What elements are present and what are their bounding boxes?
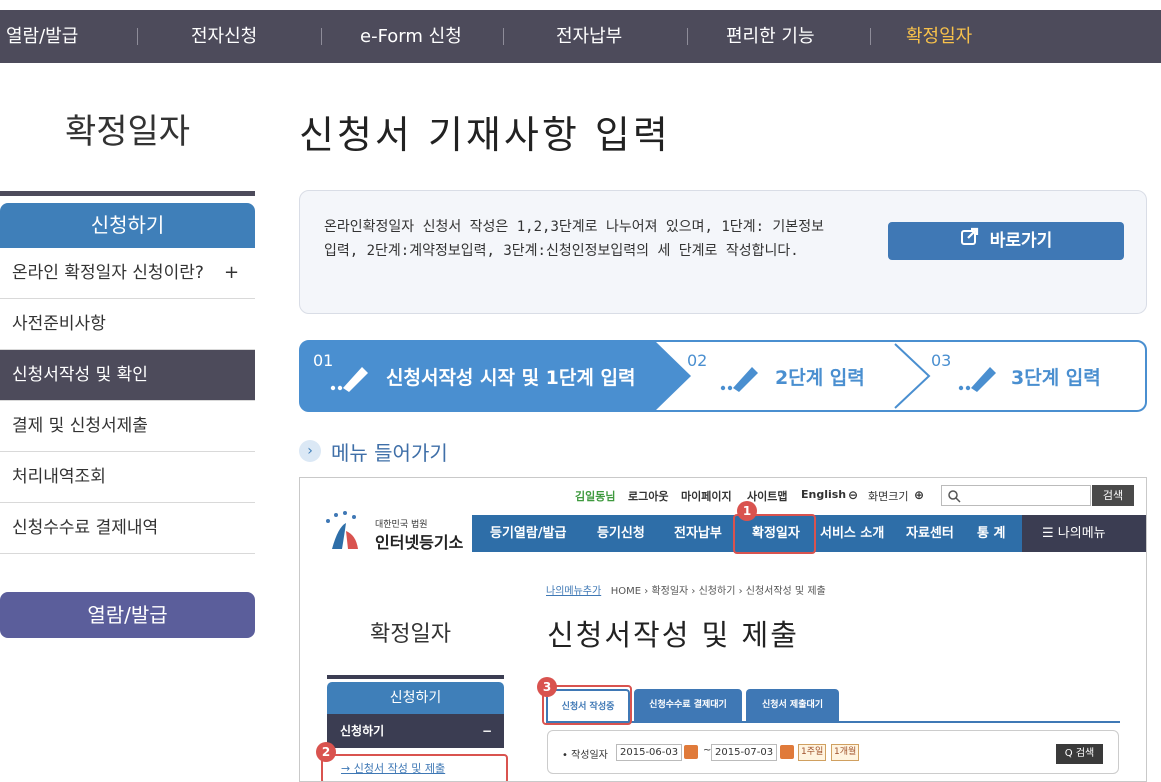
- top-navigation: 열람/발급 전자신청 e-Form 신청 전자납부 편리한 기능 확정일자: [0, 10, 1161, 63]
- zoom-out-icon[interactable]: ⊖: [848, 488, 858, 502]
- embedded-tab-submit-pending[interactable]: 신청서 제출대기: [746, 689, 839, 722]
- nav-divider: [870, 28, 871, 45]
- embedded-screenshot: 김일동님 로그아웃 마이페이지 사이트맵 English ⊖ 화면크기 ⊕ 검색…: [299, 477, 1147, 782]
- step-progress: 01 신청서작성 시작 및 1단계 입력 02 2단계 입력 03 3단계 입력: [299, 340, 1147, 412]
- add-my-menu-link[interactable]: 나의메뉴추가: [546, 586, 601, 597]
- embedded-sidebar-active-label: 신청하기: [340, 724, 385, 738]
- embedded-sidebar-active[interactable]: 신청하기 −: [327, 714, 504, 748]
- minus-icon: −: [481, 724, 492, 738]
- embedded-nav-item[interactable]: 등기신청: [597, 515, 645, 552]
- step-2-number: 02: [687, 351, 707, 370]
- logo-big-text: 인터넷등기소: [375, 533, 464, 552]
- step-2-label: 2단계 입력: [775, 367, 865, 389]
- step-1-label: 신청서작성 시작 및 1단계 입력: [386, 367, 635, 389]
- sidebar-item-label: 온라인 확정일자 신청이란?: [12, 263, 204, 283]
- sidebar-section-head[interactable]: 신청하기: [0, 203, 255, 248]
- plus-icon[interactable]: +: [224, 248, 239, 298]
- nav-item-eform[interactable]: e-Form 신청: [360, 10, 462, 63]
- court-logo[interactable]: 대한민국 법원 인터넷등기소: [318, 505, 463, 555]
- sidebar-item-what-is-online[interactable]: 온라인 확정일자 신청이란? +: [0, 248, 255, 299]
- embedded-sidebar-head[interactable]: 신청하기: [327, 682, 504, 714]
- info-box: 온라인확정일자 신청서 작성은 1,2,3단계로 나누어져 있으며, 1단계: …: [299, 190, 1147, 314]
- date-to-input[interactable]: 2015-07-03: [711, 744, 778, 761]
- util-zoom-label: 화면크기: [868, 490, 909, 503]
- calendar-icon[interactable]: [780, 745, 794, 759]
- embedded-side-title: 확정일자: [370, 622, 451, 647]
- calendar-icon[interactable]: [684, 745, 698, 759]
- nav-divider: [503, 28, 504, 45]
- embedded-page-title: 신청서작성 및 제출: [547, 618, 799, 652]
- util-sitemap[interactable]: 사이트맵: [747, 488, 787, 504]
- badge-3: 3: [537, 677, 557, 697]
- sidebar: 신청하기 온라인 확정일자 신청이란? + 사전준비사항 신청서작성 및 확인 …: [0, 191, 255, 554]
- step-3-label: 3단계 입력: [1011, 367, 1101, 389]
- period-week-button[interactable]: 1주일: [798, 744, 827, 761]
- embedded-sidebar-divider: [327, 675, 504, 679]
- embedded-my-menu[interactable]: ☰ 나의메뉴: [1022, 515, 1146, 552]
- sidebar-view-issue-button[interactable]: 열람/발급: [0, 592, 255, 638]
- share-icon: [960, 222, 980, 260]
- period-month-button[interactable]: 1개월: [831, 744, 860, 761]
- nav-item-fixed-date[interactable]: 확정일자: [906, 10, 972, 63]
- embedded-nav-item[interactable]: 등기열람/발급: [490, 515, 567, 552]
- embedded-tab-fee-pending[interactable]: 신청수수료 결제대기: [634, 689, 742, 722]
- util-user: 김일동님: [575, 490, 616, 503]
- sidebar-title: 확정일자: [64, 112, 191, 152]
- date-from-input[interactable]: 2015-06-03: [616, 744, 683, 761]
- embedded-nav-item[interactable]: 전자납부: [674, 515, 722, 552]
- util-logout[interactable]: 로그아웃: [628, 488, 668, 504]
- date-label: • 작성일자: [562, 750, 608, 761]
- util-mypage[interactable]: 마이페이지: [681, 488, 732, 504]
- sidebar-item-write-confirm[interactable]: 신청서작성 및 확인: [0, 350, 255, 401]
- nav-item-e-application[interactable]: 전자신청: [191, 10, 257, 63]
- nav-divider: [687, 28, 688, 45]
- zoom-in-icon[interactable]: ⊕: [914, 488, 924, 502]
- step-3-number: 03: [931, 351, 951, 370]
- embedded-search-input[interactable]: [941, 485, 1091, 506]
- embedded-tab-underline: [546, 721, 1120, 723]
- nav-divider: [137, 28, 138, 45]
- step-1-number: 01: [313, 351, 333, 370]
- search-icon: [948, 490, 961, 503]
- nav-item-e-payment[interactable]: 전자납부: [556, 10, 622, 63]
- page-title: 신청서 기재사항 입력: [299, 113, 671, 157]
- menu-heading-text: 메뉴 들어가기: [331, 440, 448, 465]
- menu-heading: › 메뉴 들어가기: [299, 438, 448, 465]
- chevron-right-icon: ›: [299, 440, 321, 462]
- goto-button-label: 바로가기: [989, 231, 1053, 251]
- logo-emblem-icon: [326, 511, 358, 549]
- sidebar-item-preparation[interactable]: 사전준비사항: [0, 299, 255, 350]
- nav-item-convenient[interactable]: 편리한 기능: [726, 10, 815, 63]
- embedded-date-filter: • 작성일자 2015-06-03 ~ 2015-07-03 1주일 1개월 Q…: [547, 730, 1119, 774]
- embedded-breadcrumb: 나의메뉴추가 HOME › 확정일자 › 신청하기 › 신청서작성 및 제출: [546, 582, 826, 597]
- sidebar-item-payment-submit[interactable]: 결제 및 신청서제출: [0, 401, 255, 452]
- sidebar-item-history[interactable]: 처리내역조회: [0, 452, 255, 503]
- nav-divider: [321, 28, 322, 45]
- embedded-search-button[interactable]: 검색: [1092, 485, 1134, 506]
- embedded-nav-item[interactable]: 자료센터: [906, 515, 954, 552]
- highlight-box-2: [321, 754, 508, 781]
- badge-1: 1: [737, 501, 757, 521]
- breadcrumb-path: HOME › 확정일자 › 신청하기 › 신청서작성 및 제출: [610, 586, 826, 597]
- date-search-button[interactable]: Q 검색: [1056, 744, 1103, 764]
- info-text: 온라인확정일자 신청서 작성은 1,2,3단계로 나누어져 있으며, 1단계: …: [324, 219, 824, 259]
- util-english[interactable]: English: [801, 488, 846, 501]
- embedded-nav-item[interactable]: 통 계: [977, 515, 1005, 552]
- goto-button[interactable]: 바로가기: [888, 222, 1124, 260]
- nav-item-view-issue[interactable]: 열람/발급: [6, 10, 78, 63]
- badge-2: 2: [316, 742, 336, 762]
- embedded-nav-item[interactable]: 서비스 소개: [820, 515, 884, 552]
- sidebar-item-fee-history[interactable]: 신청수수료 결제내역: [0, 503, 255, 554]
- sidebar-divider: [0, 191, 255, 196]
